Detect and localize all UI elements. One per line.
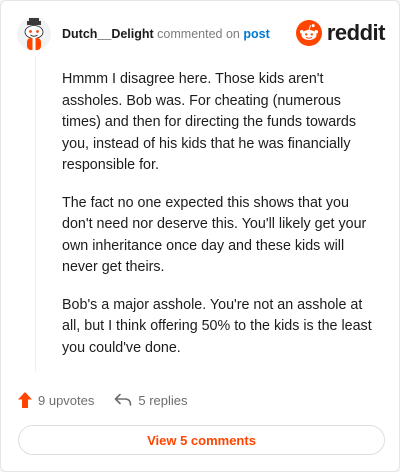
reply-arrow-icon xyxy=(115,393,132,406)
upvote-arrow-icon xyxy=(18,392,32,408)
comment-actions: 9 upvotes 5 replies xyxy=(18,390,188,410)
upvote-count: 9 upvotes xyxy=(38,392,95,408)
comment-paragraph: The fact no one expected this shows that… xyxy=(62,194,367,276)
comment-paragraph: Bob's a major asshole. You're not an ass… xyxy=(62,296,372,356)
comment-body: Hmmm I disagree here. Those kids aren't … xyxy=(62,69,380,375)
post-link[interactable]: post xyxy=(243,27,269,41)
reddit-wordmark: reddit xyxy=(326,20,386,45)
avatar-snoo-icon xyxy=(24,18,44,50)
reddit-brand[interactable]: reddit xyxy=(295,18,386,48)
replies-button[interactable]: 5 replies xyxy=(114,392,188,408)
username-link[interactable]: Dutch__Delight xyxy=(62,27,154,41)
comment-header: Dutch__Delight commented on post reddit xyxy=(17,15,386,51)
thread-line xyxy=(35,56,36,371)
replies-count: 5 replies xyxy=(138,392,188,408)
reddit-logo-icon xyxy=(295,20,322,46)
upvote-button[interactable]: 9 upvotes xyxy=(18,392,94,408)
comment-meta: Dutch__Delight commented on post xyxy=(62,27,270,41)
action-text: commented on xyxy=(157,27,240,41)
avatar[interactable] xyxy=(17,17,51,51)
view-comments-button[interactable]: View 5 comments xyxy=(18,425,385,455)
view-comments-label: View 5 comments xyxy=(147,432,256,448)
comment-card: Dutch__Delight commented on post reddit … xyxy=(0,0,400,472)
comment-paragraph: Hmmm I disagree here. Those kids aren't … xyxy=(62,71,357,173)
